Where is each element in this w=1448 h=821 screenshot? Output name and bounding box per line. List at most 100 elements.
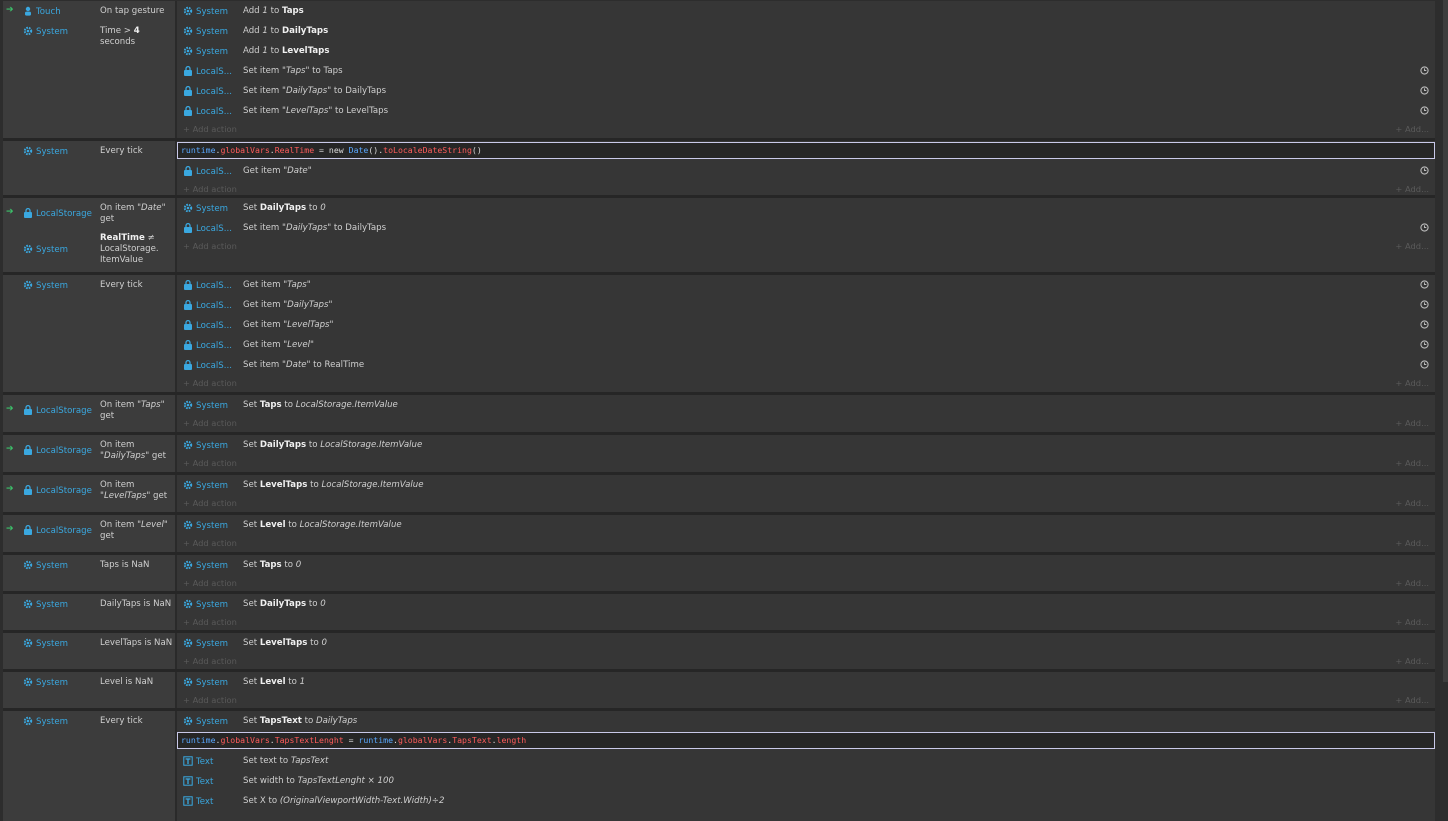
event-row[interactable]: System Every tick runtime.globalVars.Rea… bbox=[3, 141, 1435, 198]
add-action-row[interactable]: + Add action + Add... bbox=[177, 455, 1435, 471]
event-row[interactable]: ➔ Touch On tap gesture System Time > 4 s… bbox=[3, 1, 1435, 141]
add-action-button[interactable]: + Add action bbox=[183, 458, 237, 468]
action-row[interactable]: LocalS... Get item "Date" bbox=[177, 161, 1435, 181]
action-row[interactable]: System Add 1 to Taps bbox=[177, 1, 1435, 21]
add-more-button[interactable]: + Add... bbox=[1395, 538, 1429, 548]
add-more-button[interactable]: + Add... bbox=[1395, 656, 1429, 666]
action-row[interactable]: System Set LevelTaps to 0 bbox=[177, 633, 1435, 653]
condition-on-item-get[interactable]: ➔ LocalStorage On item "Taps" get bbox=[3, 395, 175, 429]
add-action-button[interactable]: + Add action bbox=[183, 184, 237, 194]
action-row[interactable]: Text Set X to (OriginalViewportWidth-Tex… bbox=[177, 791, 1435, 811]
conditions-block[interactable]: System DailyTaps is NaN bbox=[3, 594, 177, 630]
actions-block[interactable]: System Add 1 to Taps System Add 1 to Dai… bbox=[177, 1, 1435, 138]
add-action-row[interactable]: + Add action + Add... bbox=[177, 495, 1435, 511]
event-row[interactable]: ➔ LocalStorage On item "LevelTaps" get S… bbox=[3, 475, 1435, 515]
event-row[interactable]: ➔ LocalStorage On item "Level" get Syste… bbox=[3, 515, 1435, 555]
action-row[interactable]: Text Set width to TapsTextLenght × 100 bbox=[177, 771, 1435, 791]
add-more-button[interactable]: + Add... bbox=[1395, 578, 1429, 588]
condition-compare[interactable]: System RealTime ≠ LocalStorage. ItemValu… bbox=[3, 228, 175, 268]
condition-every-tick[interactable]: System Every tick bbox=[3, 141, 175, 161]
condition-touch[interactable]: ➔ Touch On tap gesture bbox=[3, 1, 175, 21]
action-row[interactable]: System Set Taps to LocalStorage.ItemValu… bbox=[177, 395, 1435, 415]
add-more-button[interactable]: + Add... bbox=[1395, 184, 1429, 194]
add-action-row[interactable]: + Add action + Add... bbox=[177, 415, 1435, 431]
action-row[interactable]: LocalS... Get item "LevelTaps" bbox=[177, 315, 1435, 335]
add-action-row[interactable]: + Add action + Add... bbox=[177, 614, 1435, 630]
condition-on-item-get[interactable]: ➔ LocalStorage On item "Date" get bbox=[3, 198, 175, 228]
condition-on-item-get[interactable]: ➔ LocalStorage On item "Level" get bbox=[3, 515, 175, 549]
conditions-block[interactable]: System Taps is NaN bbox=[3, 555, 177, 591]
add-action-row[interactable]: + Add action + Add... bbox=[177, 121, 1435, 137]
action-row[interactable]: LocalS... Set item "DailyTaps" to DailyT… bbox=[177, 218, 1435, 238]
conditions-block[interactable]: ➔ LocalStorage On item "DailyTaps" get bbox=[3, 435, 177, 472]
add-action-button[interactable]: + Add action bbox=[183, 498, 237, 508]
add-action-button[interactable]: + Add action bbox=[183, 241, 237, 251]
action-row[interactable]: LocalS... Get item "Level" bbox=[177, 335, 1435, 355]
actions-block[interactable]: System Set TapsText to DailyTaps runtime… bbox=[177, 711, 1435, 821]
action-row[interactable]: LocalS... Set item "DailyTaps" to DailyT… bbox=[177, 81, 1435, 101]
action-row[interactable]: System Set DailyTaps to LocalStorage.Ite… bbox=[177, 435, 1435, 455]
conditions-block[interactable]: System Level is NaN bbox=[3, 672, 177, 708]
action-row[interactable]: System Add 1 to LevelTaps bbox=[177, 41, 1435, 61]
condition-on-item-get[interactable]: ➔ LocalStorage On item "LevelTaps" get bbox=[3, 475, 175, 509]
action-row[interactable]: System Set DailyTaps to 0 bbox=[177, 198, 1435, 218]
add-action-row[interactable]: + Add action + Add... bbox=[177, 653, 1435, 669]
conditions-block[interactable]: System Every tick bbox=[3, 141, 177, 195]
add-action-row[interactable]: + Add action + Add... bbox=[177, 375, 1435, 391]
add-action-button[interactable]: + Add action bbox=[183, 418, 237, 428]
add-more-button[interactable]: + Add... bbox=[1395, 241, 1429, 251]
action-row[interactable]: LocalS... Get item "DailyTaps" bbox=[177, 295, 1435, 315]
add-more-button[interactable]: + Add... bbox=[1395, 695, 1429, 705]
actions-block[interactable]: System Set LevelTaps to 0 + Add action +… bbox=[177, 633, 1435, 669]
add-more-button[interactable]: + Add... bbox=[1395, 418, 1429, 428]
conditions-block[interactable]: ➔ Touch On tap gesture System Time > 4 s… bbox=[3, 1, 177, 138]
action-row[interactable]: System Set Level to LocalStorage.ItemVal… bbox=[177, 515, 1435, 535]
add-more-button[interactable]: + Add... bbox=[1395, 617, 1429, 627]
action-row[interactable]: LocalS... Set item "LevelTaps" to LevelT… bbox=[177, 101, 1435, 121]
condition-time[interactable]: System Time > 4 seconds bbox=[3, 21, 175, 47]
actions-block[interactable]: runtime.globalVars.RealTime = new Date()… bbox=[177, 141, 1435, 195]
action-row[interactable]: LocalS... Set item "Date" to RealTime bbox=[177, 355, 1435, 375]
add-more-button[interactable]: + Add... bbox=[1395, 124, 1429, 134]
condition-on-item-get[interactable]: ➔ LocalStorage On item "DailyTaps" get bbox=[3, 435, 175, 469]
action-row[interactable]: System Set Taps to 0 bbox=[177, 555, 1435, 575]
condition-every-tick[interactable]: System Every tick bbox=[3, 275, 175, 295]
add-action-button[interactable]: + Add action bbox=[183, 695, 237, 705]
script-block[interactable]: runtime.globalVars.TapsTextLenght = runt… bbox=[177, 732, 1435, 749]
add-action-button[interactable]: + Add action bbox=[183, 378, 237, 388]
action-row[interactable]: System Set Level to 1 bbox=[177, 672, 1435, 692]
add-action-row[interactable]: + Add action + Add... bbox=[177, 692, 1435, 708]
action-row[interactable]: Text Set text to TapsText bbox=[177, 751, 1435, 771]
actions-block[interactable]: System Set DailyTaps to LocalStorage.Ite… bbox=[177, 435, 1435, 472]
add-action-button[interactable]: + Add action bbox=[183, 124, 237, 134]
condition-is-nan[interactable]: System Taps is NaN bbox=[3, 555, 175, 575]
condition-is-nan[interactable]: System LevelTaps is NaN bbox=[3, 633, 175, 653]
vertical-scrollbar[interactable] bbox=[1443, 0, 1448, 682]
actions-block[interactable]: System Set DailyTaps to 0 LocalS... Set … bbox=[177, 198, 1435, 272]
add-action-row[interactable]: + Add action + Add... bbox=[177, 181, 1435, 197]
event-row[interactable]: ➔ LocalStorage On item "Taps" get System… bbox=[3, 395, 1435, 435]
action-row[interactable]: LocalS... Set item "Taps" to Taps bbox=[177, 61, 1435, 81]
event-row[interactable]: System Every tick LocalS... Get item "Ta… bbox=[3, 275, 1435, 395]
add-action-button[interactable]: + Add action bbox=[183, 578, 237, 588]
add-action-button[interactable]: + Add action bbox=[183, 617, 237, 627]
actions-block[interactable]: System Set LevelTaps to LocalStorage.Ite… bbox=[177, 475, 1435, 512]
event-row[interactable]: System Taps is NaN System Set Taps to 0 … bbox=[3, 555, 1435, 594]
conditions-block[interactable]: ➔ LocalStorage On item "LevelTaps" get bbox=[3, 475, 177, 512]
event-row[interactable]: ➔ LocalStorage On item "DailyTaps" get S… bbox=[3, 435, 1435, 475]
actions-block[interactable]: System Set DailyTaps to 0 + Add action +… bbox=[177, 594, 1435, 630]
event-row[interactable]: System LevelTaps is NaN System Set Level… bbox=[3, 633, 1435, 672]
conditions-block[interactable]: ➔ LocalStorage On item "Taps" get bbox=[3, 395, 177, 432]
add-action-row[interactable]: + Add action + Add... bbox=[177, 535, 1435, 551]
add-more-button[interactable]: + Add... bbox=[1395, 378, 1429, 388]
add-action-row[interactable]: + Add action + Add... bbox=[177, 238, 1435, 254]
actions-block[interactable]: System Set Level to LocalStorage.ItemVal… bbox=[177, 515, 1435, 552]
condition-every-tick[interactable]: System Every tick bbox=[3, 711, 175, 731]
add-more-button[interactable]: + Add... bbox=[1395, 498, 1429, 508]
conditions-block[interactable]: System LevelTaps is NaN bbox=[3, 633, 177, 669]
action-row[interactable]: LocalS... Get item "Taps" bbox=[177, 275, 1435, 295]
actions-block[interactable]: LocalS... Get item "Taps" LocalS... Get … bbox=[177, 275, 1435, 392]
event-row[interactable]: System Level is NaN System Set Level to … bbox=[3, 672, 1435, 711]
conditions-block[interactable]: ➔ LocalStorage On item "Date" get System… bbox=[3, 198, 177, 272]
actions-block[interactable]: System Set Taps to 0 + Add action + Add.… bbox=[177, 555, 1435, 591]
